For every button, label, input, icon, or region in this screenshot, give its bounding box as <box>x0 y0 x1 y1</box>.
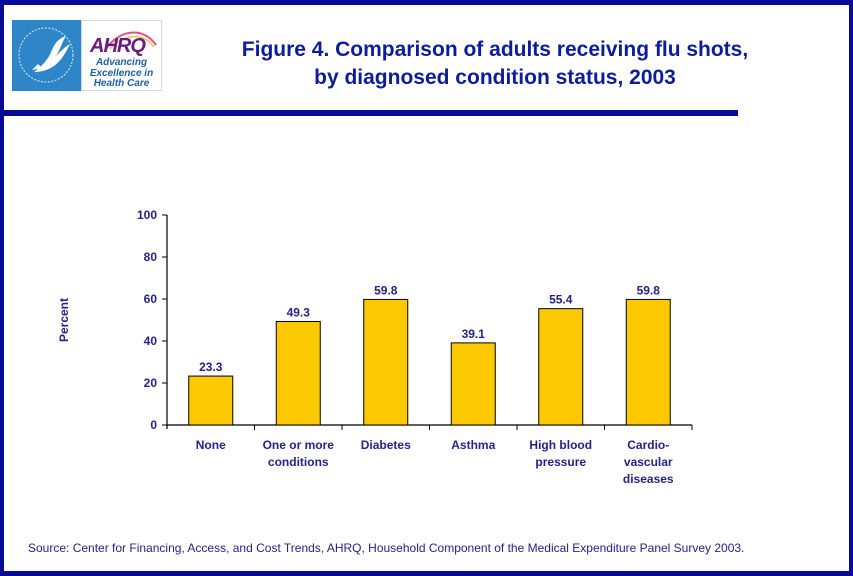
x-category-label-line: Asthma <box>451 438 495 452</box>
x-category-label-line: vascular <box>624 455 673 469</box>
bar <box>625 298 671 426</box>
source-note: Source: Center for Financing, Access, an… <box>28 541 745 555</box>
x-category-label: Diabetes <box>361 438 411 452</box>
bar <box>188 375 234 426</box>
x-category-label: Asthma <box>451 438 495 452</box>
x-category-label-line: Cardio- <box>627 438 669 452</box>
bar-value-label: 39.1 <box>462 327 486 341</box>
x-category-label: High blood pressure <box>529 438 592 469</box>
x-category-label-line: None <box>196 438 226 452</box>
y-tick-label: 60 <box>144 292 158 306</box>
y-tick-label: 0 <box>150 418 157 432</box>
bar-chart: Percent 0 20 40 60 80 100 None One or more condi… <box>57 208 693 486</box>
x-category-label-line: diseases <box>623 472 674 486</box>
x-category-label: None <box>196 438 226 452</box>
bar <box>363 298 409 426</box>
x-category-label-line: Diabetes <box>361 438 411 452</box>
bar <box>538 308 584 426</box>
bar-value-label: 59.8 <box>374 283 398 297</box>
y-tick-label: 80 <box>144 250 158 264</box>
bar <box>450 342 496 426</box>
bar-value-label: 49.3 <box>287 305 311 319</box>
x-category-label-line: conditions <box>268 455 329 469</box>
y-axis-label: Percent <box>57 298 71 342</box>
bar-value-label: 23.3 <box>199 360 223 374</box>
x-category-label: One or more conditions <box>263 438 335 469</box>
x-category-label-line: One or more <box>263 438 335 452</box>
x-category-label: Cardio-vascular diseases <box>623 438 674 486</box>
bar <box>275 320 321 426</box>
bar-value-label: 55.4 <box>549 293 573 307</box>
y-tick-label: 20 <box>144 376 158 390</box>
bar-value-label: 59.8 <box>637 283 661 297</box>
y-tick-label: 100 <box>137 208 157 222</box>
y-tick-label: 40 <box>144 334 158 348</box>
x-category-label-line: High blood <box>529 438 592 452</box>
x-category-label-line: pressure <box>535 455 586 469</box>
